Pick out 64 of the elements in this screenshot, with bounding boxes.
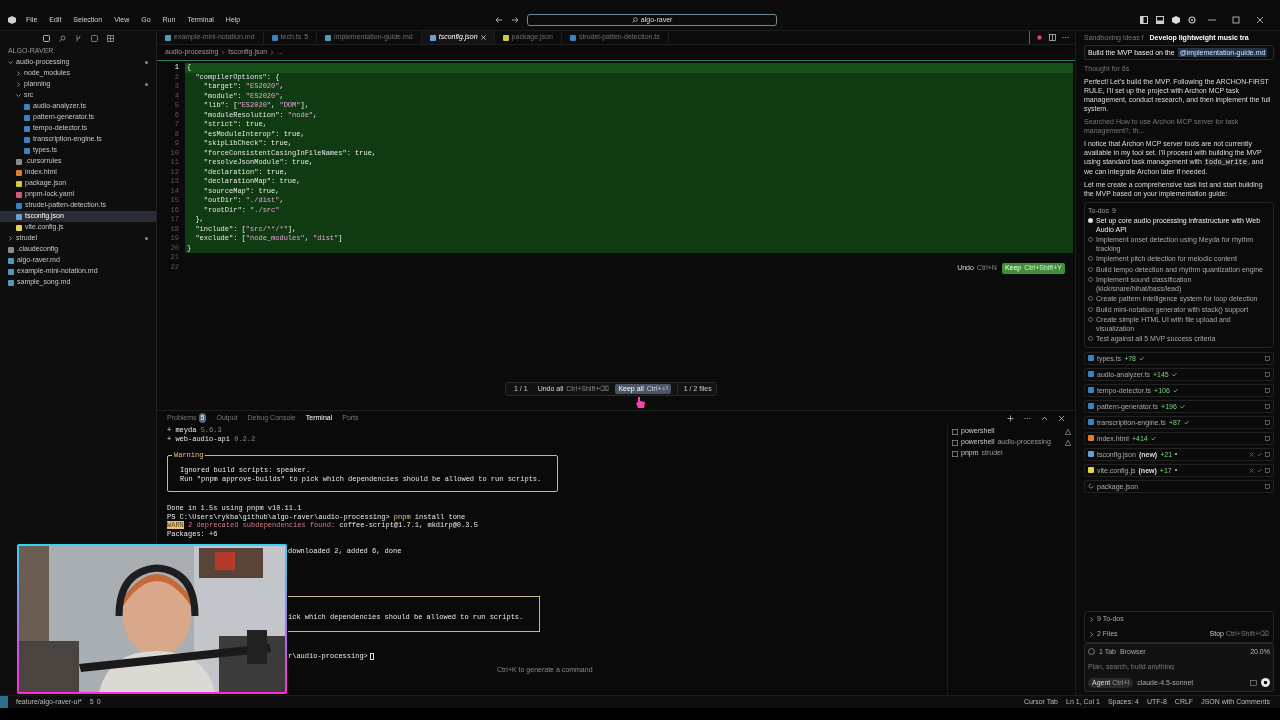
file-icon	[1088, 435, 1094, 441]
cube-icon[interactable]	[1172, 16, 1180, 24]
file-icon	[165, 34, 171, 41]
close-icon[interactable]	[480, 35, 486, 40]
copy-icon[interactable]	[1265, 371, 1270, 377]
check-icon	[1179, 403, 1185, 409]
file-icon	[1088, 467, 1094, 473]
chevron-down-icon	[8, 60, 13, 65]
more-icon[interactable]	[1062, 34, 1069, 41]
layout-icon[interactable]	[106, 34, 114, 42]
stop-icon[interactable]	[1261, 678, 1270, 688]
file-icon	[1088, 451, 1094, 457]
check-icon	[1150, 435, 1156, 441]
copy-icon[interactable]	[1265, 419, 1270, 425]
check-icon	[1139, 355, 1144, 361]
file-icon	[1088, 387, 1094, 393]
file-icon	[1088, 355, 1094, 361]
file-icon	[502, 34, 509, 41]
copy-icon[interactable]	[1265, 355, 1270, 361]
chevron-down-icon	[16, 93, 21, 98]
file-icon	[325, 34, 332, 41]
file-icon	[1088, 419, 1094, 425]
maximize-icon[interactable]	[1041, 414, 1048, 422]
chevron-right-icon	[16, 82, 21, 87]
close-icon[interactable]	[1058, 414, 1065, 422]
file-icon	[1088, 403, 1094, 409]
sidebar-toggle-icon[interactable]	[1140, 16, 1148, 24]
settings-icon[interactable]	[1188, 16, 1196, 24]
file-icon	[429, 34, 436, 41]
add-icon[interactable]	[1007, 414, 1014, 422]
spinner-icon	[1088, 483, 1094, 489]
pointer-cursor-icon	[636, 397, 645, 408]
chevron-right-icon	[8, 236, 13, 241]
chevron-right-icon	[1089, 616, 1094, 622]
copy-icon[interactable]	[1265, 403, 1270, 409]
panel-toggle-icon[interactable]	[1156, 16, 1164, 24]
chevron-right-icon	[16, 71, 21, 76]
chevron-right-icon	[221, 50, 226, 55]
split-editor-icon[interactable]	[1049, 34, 1056, 41]
copy-icon[interactable]	[1265, 387, 1270, 393]
text-cursor	[369, 652, 374, 660]
check-icon	[1172, 387, 1178, 393]
forward-arrow-icon[interactable]	[511, 16, 520, 24]
file-icon	[1088, 371, 1094, 377]
check-icon	[1183, 419, 1189, 425]
reject-icon[interactable]	[1249, 467, 1254, 473]
copy-icon[interactable]	[1265, 451, 1270, 457]
accept-icon[interactable]	[1257, 467, 1262, 473]
file-icon	[271, 34, 278, 41]
copy-icon[interactable]	[1265, 483, 1270, 489]
check-icon	[1171, 371, 1177, 377]
copy-icon[interactable]	[1265, 467, 1270, 473]
branch-icon[interactable]	[74, 34, 82, 42]
chevron-right-icon	[270, 50, 275, 55]
bug-icon[interactable]	[1036, 34, 1043, 41]
back-arrow-icon[interactable]	[495, 16, 504, 24]
app-logo-icon	[8, 16, 16, 24]
search-icon	[631, 17, 638, 23]
chevron-right-icon	[1089, 631, 1094, 637]
file-icon	[569, 34, 576, 41]
accept-icon[interactable]	[1257, 451, 1262, 457]
copy-icon[interactable]	[1265, 435, 1270, 441]
search-icon[interactable]	[58, 34, 66, 42]
reject-icon[interactable]	[1249, 451, 1254, 457]
